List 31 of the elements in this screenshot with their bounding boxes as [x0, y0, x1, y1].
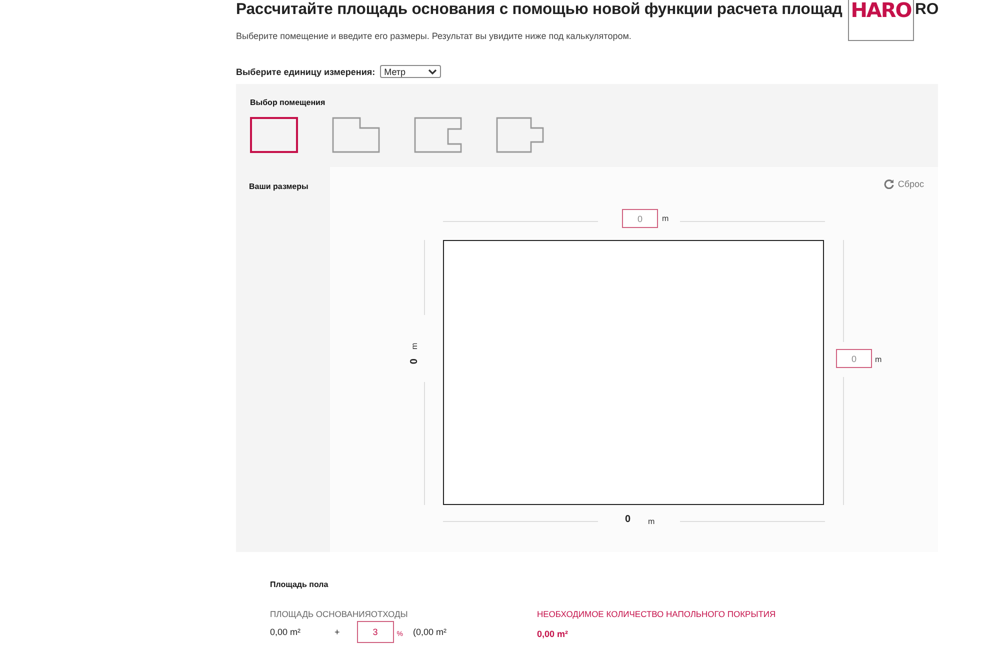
unit-text: m: [410, 342, 420, 350]
room-shape-option[interactable]: [250, 117, 298, 153]
unit-text: m: [648, 517, 655, 526]
brand-logo[interactable]: HARO: [848, 0, 914, 41]
section-title: Ваши размеры: [249, 182, 310, 191]
length-value: 0: [409, 358, 420, 364]
room-shape-option[interactable]: [414, 117, 462, 153]
plus-sign: +: [334, 627, 340, 637]
page-title: Рассчитайте площадь основания с помощью новой функции расчета площад: [236, 1, 844, 19]
area-label: ПЛОЩАДЬ ОСНОВАНИЯОТХОДЫ: [270, 609, 409, 619]
waste-input[interactable]: 3: [356, 621, 394, 643]
caret-icon: [428, 68, 438, 74]
length-input[interactable]: 0: [836, 349, 872, 368]
unit-text: m: [662, 214, 669, 223]
required-label: НЕОБХОДИМОЕ КОЛИЧЕСТВО НАПОЛЬНОГО ПОКРЫТИЯ: [537, 609, 776, 619]
base-area-value: 0,00 m²: [270, 627, 301, 637]
width-value: 0: [625, 514, 631, 525]
width-input[interactable]: 0: [622, 209, 658, 228]
intro-text: Выберите помещение и введите его размеры. Результат вы увидите ниже под калькулятором.: [236, 31, 632, 41]
unit-dropdown[interactable]: Метр: [380, 65, 442, 78]
page-title-fragment: RO: [915, 1, 939, 19]
section-title: Площадь пола: [270, 580, 330, 589]
refresh-icon: [884, 179, 894, 189]
required-value: 0,00 m²: [537, 629, 570, 639]
unit-label: Выберите единицу измерения:: [236, 66, 376, 76]
reset-button[interactable]: Сброс: [884, 179, 924, 189]
unit-text: m: [875, 355, 882, 364]
waste-area-value: (0,00 m²: [413, 627, 447, 637]
section-title: Выбор помещения: [250, 98, 326, 107]
room-shape-option[interactable]: [496, 117, 544, 153]
room-shape-option[interactable]: [332, 117, 380, 153]
